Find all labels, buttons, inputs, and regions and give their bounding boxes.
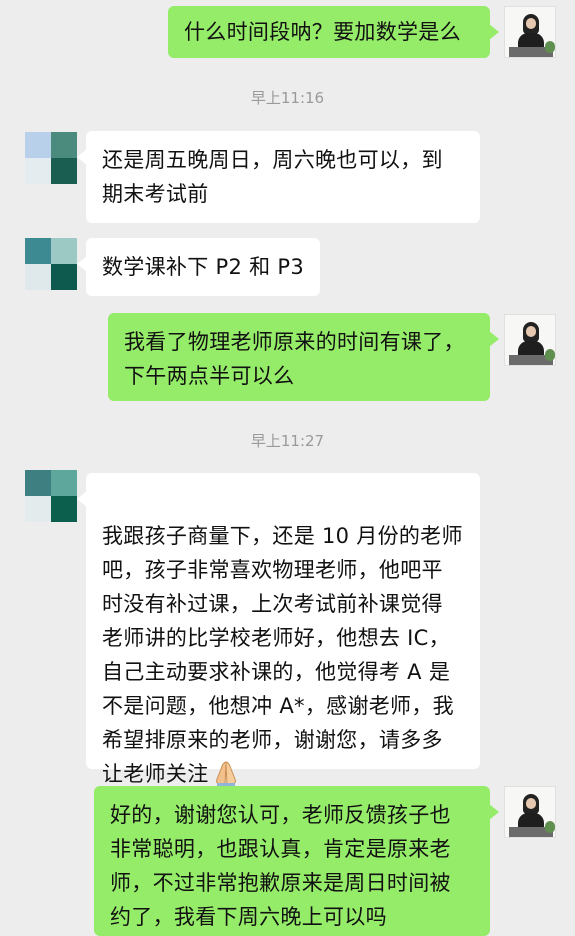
message-bubble-incoming[interactable]: 数学课补下 P2 和 P3 — [77, 238, 320, 296]
sender-avatar[interactable] — [504, 6, 556, 58]
timestamp: 早上11:27 — [250, 432, 325, 450]
sender-avatar[interactable] — [504, 786, 556, 838]
message-bubble-outgoing[interactable]: 什么时间段呐？要加数学是么 — [168, 6, 499, 58]
message-bubble-incoming[interactable]: 还是周五晚周日，周六晚也可以，到 期末考试前 — [77, 131, 480, 223]
timestamp: 早上11:16 — [250, 89, 325, 107]
folded-hands-emoji — [215, 761, 236, 786]
contact-avatar[interactable] — [25, 470, 77, 522]
message-bubble-incoming[interactable]: 我跟孩子商量下，还是 10 月份的老师 吧，孩子非常喜欢物理老师，他吧平 时没有… — [77, 473, 480, 786]
message-bubble-outgoing[interactable]: 好的，谢谢您认可，老师反馈孩子也 非常聪明，也跟认真，肯定是原来老 师，不过非常… — [94, 786, 499, 936]
message-bubble-outgoing[interactable]: 我看了物理老师原来的时间有课了， 下午两点半可以么 — [108, 313, 499, 401]
sender-avatar[interactable] — [504, 314, 556, 366]
message-text: 我跟孩子商量下，还是 10 月份的老师 吧，孩子非常喜欢物理老师，他吧平 时没有… — [102, 524, 463, 786]
contact-avatar[interactable] — [25, 132, 77, 184]
contact-avatar[interactable] — [25, 238, 77, 290]
